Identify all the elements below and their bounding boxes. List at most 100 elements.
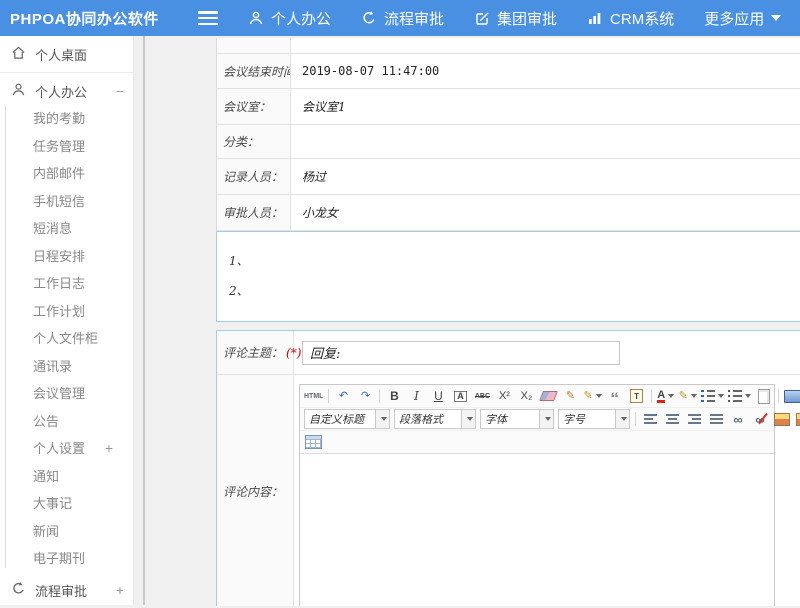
unordered-list-button[interactable] [727,386,752,406]
nav-label: 更多应用 [704,8,764,29]
font-family-select-label: 字体 [481,410,539,428]
sidebar-item-0[interactable]: 我的考勤 [0,104,133,132]
sidebar-item-14[interactable]: 大事记 [0,489,133,517]
italic-icon: I [414,390,419,402]
sidebar-item-6[interactable]: 工作日志 [0,269,133,297]
sidebar-item-4[interactable]: 短消息 [0,214,133,242]
meeting-info-table: 会议结束时间：2019-08-07 11:47:00会议室：会议室1分类：记录人… [216,38,800,322]
blockquote-button[interactable]: “ [605,386,625,406]
paste-text-button[interactable] [627,386,647,406]
sidebar-section-workflow-approval[interactable]: 流程审批 + [0,572,133,608]
hamburger-icon[interactable] [198,11,218,25]
format-painter-button[interactable]: ✎ [560,386,580,406]
sidebar-item-5[interactable]: 日程安排 [0,242,133,270]
sidebar-item-label: 大事记 [33,493,72,512]
blockquote-icon: “ [610,390,619,402]
comment-form-table: 评论主题： (*) 评论内容： HTML↶↷BIUAABCX²X₂✎✎“A✎ 自… [216,330,800,606]
image-button[interactable] [772,409,792,429]
justify-button[interactable] [706,409,726,429]
align-left-button[interactable] [640,409,660,429]
sidebar-scrollbar[interactable] [143,36,145,605]
heading-select[interactable]: 自定义标题 [304,409,390,429]
top-bar: PHPOA协同办公软件 个人办公 流程审批 集团审批 CRM系统 更多应用 [0,0,800,36]
field-value [291,125,800,158]
sidebar-item-label: 公告 [33,411,59,430]
sidebar-item-7[interactable]: 工作计划 [0,297,133,325]
nav-workflow-approval[interactable]: 流程审批 [361,8,444,29]
caret-down-icon[interactable] [461,410,475,428]
sidebar-item-3[interactable]: 手机短信 [0,187,133,215]
field-label: 记录人员： [217,159,291,194]
ordered-list-icon [701,390,715,402]
table-button[interactable] [303,432,323,452]
sidebar-item-16[interactable]: 电子期刊 [0,544,133,572]
multi-image-button[interactable] [794,409,800,429]
remove-format-button[interactable] [538,386,558,406]
table-row: 记录人员：杨过 [217,159,800,195]
sidebar-item-8[interactable]: 个人文件柜 [0,324,133,352]
paragraph-format-select[interactable]: 段落格式 [394,409,476,429]
undo-button[interactable]: ↶ [333,386,353,406]
caret-down-icon[interactable] [615,410,629,428]
field-label: 审批人员： [217,195,291,230]
font-size-select[interactable]: 字号 [558,409,630,429]
table-row: 会议室：会议室1 [217,89,800,125]
sidebar-item-1[interactable]: 任务管理 [0,132,133,160]
edit-icon [474,10,490,26]
format-painter-icon: ✎ [566,391,575,402]
ordered-list-button[interactable] [700,386,725,406]
caret-down-icon[interactable] [539,410,553,428]
caret-down-icon[interactable] [375,410,389,428]
align-center-icon [666,414,679,424]
align-left-icon [644,414,657,424]
justify-icon [710,414,723,424]
sidebar-item-11[interactable]: 公告 [0,407,133,435]
expand-toggle[interactable]: + [105,440,113,456]
sidebar-item-15[interactable]: 新闻 [0,517,133,545]
highlight-color-button[interactable]: ✎ [678,386,698,406]
bold-button[interactable]: B [384,386,404,406]
redo-button[interactable]: ↷ [355,386,375,406]
fullscreen-button[interactable] [783,386,800,406]
sidebar-item-13[interactable]: 通知 [0,462,133,490]
link-button[interactable]: ∞ [728,409,748,429]
sidebar-item-personal-desktop[interactable]: 个人桌面 [0,36,133,73]
meeting-rows-host: 会议结束时间：2019-08-07 11:47:00会议室：会议室1分类：记录人… [217,54,800,231]
table-row: 分类： [217,125,800,159]
unlink-button[interactable]: ∞ [750,409,770,429]
caret-down-icon [745,394,751,398]
quick-format-button[interactable]: ✎ [582,386,602,406]
nav-crm-system[interactable]: CRM系统 [587,8,674,29]
bold-icon: B [390,390,399,402]
align-center-button[interactable] [662,409,682,429]
comment-content-label-cell: 评论内容： [217,375,294,606]
source-code-button[interactable]: HTML [303,386,324,406]
underline-button[interactable]: U [428,386,448,406]
field-value: 小龙女 [291,195,800,230]
sidebar-item-9[interactable]: 通讯录 [0,352,133,380]
subscript-button[interactable]: X₂ [516,386,536,406]
nav-group-approval[interactable]: 集团审批 [474,8,557,29]
font-family-select[interactable]: 字体 [480,409,554,429]
sidebar-item-2[interactable]: 内部邮件 [0,159,133,187]
font-color-button[interactable]: A [656,386,676,406]
sidebar-item-10[interactable]: 会议管理 [0,379,133,407]
align-right-button[interactable] [684,409,704,429]
nav-personal-office[interactable]: 个人办公 [248,8,331,29]
quick-format-icon: ✎ [583,391,592,402]
collapse-toggle[interactable]: − [116,83,124,99]
field-label: 会议结束时间： [217,54,291,88]
font-name-button[interactable]: A [450,386,470,406]
expand-toggle[interactable]: + [116,582,124,598]
new-page-button[interactable] [754,386,774,406]
comment-subject-input[interactable] [302,341,620,365]
nav-more-apps[interactable]: 更多应用 [704,8,781,29]
superscript-button[interactable]: X² [494,386,514,406]
paste-text-icon [630,389,643,403]
unlink-icon: ∞ [755,413,764,426]
sidebar-item-12[interactable]: 个人设置+ [0,434,133,462]
editor-content[interactable] [300,454,774,606]
strikethrough-button[interactable]: ABC [472,386,492,406]
italic-button[interactable]: I [406,386,426,406]
comment-content-label: 评论内容： [223,483,283,500]
